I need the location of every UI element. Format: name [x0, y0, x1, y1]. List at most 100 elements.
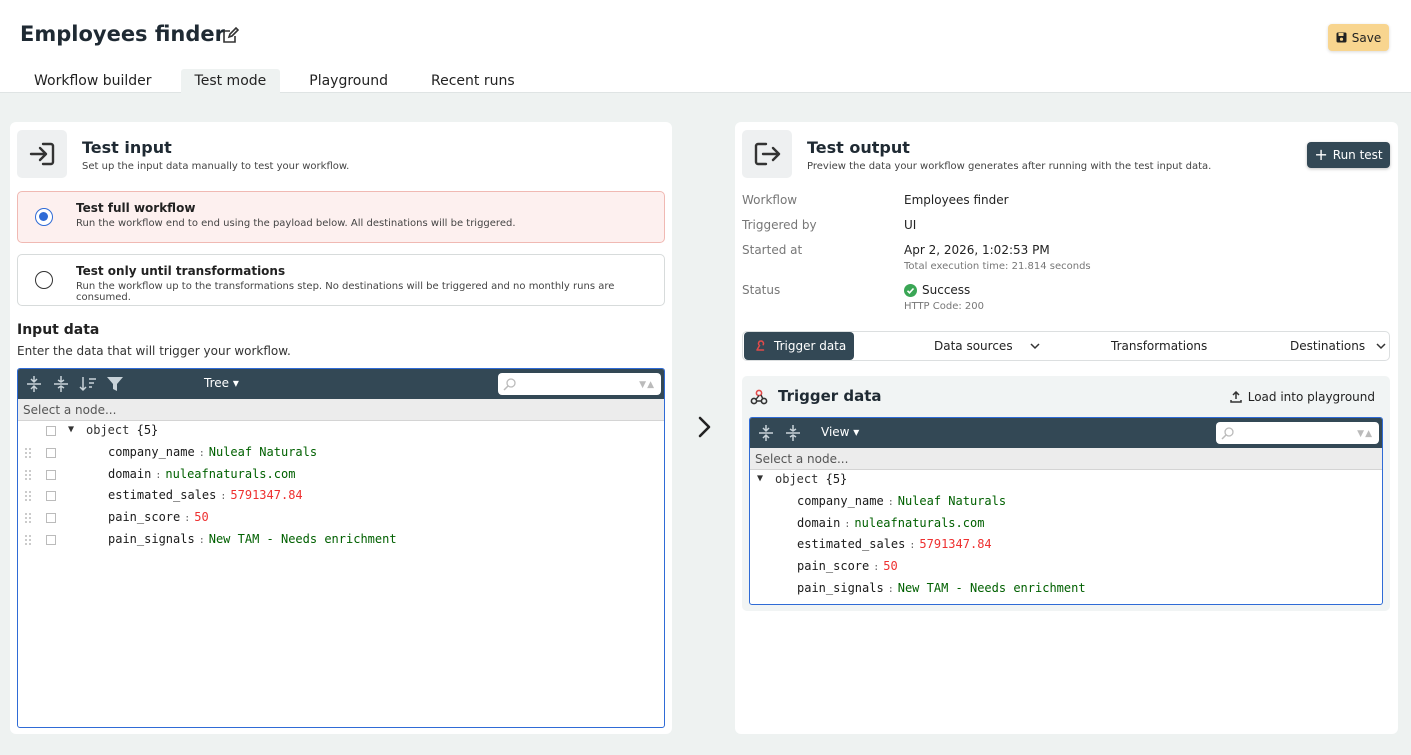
radio-full-workflow[interactable]	[35, 208, 53, 226]
chevron-down-icon	[1376, 343, 1386, 350]
drag-handle-icon[interactable]	[24, 490, 32, 502]
node-path-bar[interactable]: Select a node...	[18, 399, 664, 421]
filter-icon[interactable]	[106, 375, 124, 393]
drag-handle-icon[interactable]	[24, 447, 32, 459]
field-value: 5791347.84	[919, 537, 992, 551]
save-button[interactable]: Save	[1328, 24, 1389, 51]
row-checkbox[interactable]	[46, 426, 56, 436]
sort-icon[interactable]	[79, 375, 97, 393]
execution-time: Total execution time: 21.814 seconds	[904, 261, 1091, 272]
editor-toolbar: Tree ▾ ▼▲	[18, 369, 664, 399]
row-checkbox[interactable]	[46, 535, 56, 545]
row-checkbox[interactable]	[46, 470, 56, 480]
test-output-panel: Test output Preview the data your workfl…	[735, 122, 1398, 734]
field-key[interactable]: pain_score	[108, 510, 180, 524]
expand-caret-icon[interactable]: ▼	[757, 473, 763, 484]
drag-handle-icon[interactable]	[24, 512, 32, 524]
field-value[interactable]: 5791347.84	[230, 488, 302, 502]
edit-icon[interactable]	[221, 27, 239, 45]
search-input[interactable]: ▼▲	[498, 373, 661, 395]
workflow-value: Employees finder	[904, 193, 1009, 207]
step-tabs: Trigger data Data sources Transformation…	[742, 331, 1390, 361]
json-editor-output[interactable]: View ▾ ▼▲ Select a node... ▼ object {5} …	[749, 417, 1383, 605]
field-key: domain	[797, 516, 841, 530]
tab-workflow-builder[interactable]: Workflow builder	[20, 69, 166, 94]
webhook-icon	[756, 340, 765, 351]
load-label: Load into playground	[1247, 390, 1375, 404]
logout-icon	[742, 130, 792, 178]
mode-dropdown[interactable]: Tree ▾	[204, 376, 239, 390]
triggered-by-value: UI	[904, 218, 917, 232]
field-key: estimated_sales	[797, 537, 906, 551]
step-transformations[interactable]: Transformations	[1111, 332, 1207, 360]
row-checkbox[interactable]	[46, 513, 56, 523]
step-destinations[interactable]: Destinations	[1290, 332, 1387, 360]
upload-icon	[1229, 391, 1242, 403]
started-at-value: Apr 2, 2026, 1:02:53 PM	[904, 243, 1050, 257]
tab-bar: Workflow builder Test mode Playground Re…	[20, 69, 544, 94]
expand-all-icon[interactable]	[25, 375, 43, 393]
step-trigger-data[interactable]: Trigger data	[744, 332, 855, 360]
field-key[interactable]: pain_signals	[108, 532, 195, 546]
field-key[interactable]: domain	[108, 467, 151, 481]
top-bar: Employees finder Save Workflow builder T…	[0, 0, 1411, 94]
tab-playground[interactable]: Playground	[295, 69, 402, 94]
option-test-full-workflow[interactable]: Test full workflow Run the workflow end …	[17, 191, 665, 243]
tab-recent-runs[interactable]: Recent runs	[417, 69, 529, 94]
mode-label: View	[821, 425, 850, 439]
field-value[interactable]: Nuleaf Naturals	[209, 445, 317, 459]
test-input-subtitle: Set up the input data manually to test y…	[82, 161, 350, 172]
chevron-down-icon	[1030, 343, 1040, 350]
run-test-label: Run test	[1332, 148, 1383, 162]
field-value: nuleafnaturals.com	[854, 516, 985, 530]
field-value[interactable]: nuleafnaturals.com	[165, 467, 295, 481]
search-input[interactable]: ▼▲	[1216, 422, 1379, 444]
field-key[interactable]: company_name	[108, 445, 195, 459]
row-checkbox[interactable]	[46, 448, 56, 458]
field-value: 50	[883, 559, 898, 573]
step-data-sources[interactable]: Data sources	[934, 332, 1041, 360]
page-title: Employees finder	[20, 22, 226, 46]
http-code: HTTP Code: 200	[904, 301, 985, 312]
status-label: Status	[742, 283, 781, 297]
radio-until-transformations[interactable]	[35, 271, 53, 289]
option-test-until-transformations[interactable]: Test only until transformations Run the …	[17, 254, 665, 306]
field-value[interactable]: New TAM - Needs enrichment	[209, 532, 397, 546]
status-badge: Success	[904, 283, 970, 297]
step-label: Data sources	[934, 339, 1013, 353]
expand-caret-icon[interactable]: ▼	[68, 424, 74, 435]
status-value: Success	[922, 283, 971, 297]
drag-handle-icon[interactable]	[24, 534, 32, 546]
arrow-into-box-icon	[29, 142, 55, 166]
arrow-out-box-icon	[754, 142, 781, 166]
tab-test-mode[interactable]: Test mode	[180, 69, 281, 94]
test-output-subtitle: Preview the data your workflow generates…	[807, 161, 1212, 172]
load-into-playground-button[interactable]: Load into playground	[1229, 390, 1375, 404]
search-nav-arrows[interactable]: ▼▲	[639, 380, 655, 390]
field-value: New TAM - Needs enrichment	[897, 581, 1086, 595]
trigger-data-title: Trigger data	[778, 387, 882, 405]
search-nav-arrows[interactable]: ▼▲	[1357, 429, 1373, 439]
option-description: Run the workflow up to the transformatio…	[76, 281, 615, 303]
collapse-all-icon[interactable]	[784, 424, 802, 442]
json-editor-input[interactable]: Tree ▾ ▼▲ Select a node... ▼ object {5} …	[17, 368, 665, 728]
floppy-icon	[1336, 32, 1347, 43]
field-value[interactable]: 50	[194, 510, 208, 524]
node-path-bar[interactable]: Select a node...	[750, 448, 1382, 470]
drag-handle-icon[interactable]	[24, 469, 32, 481]
mode-label: Tree	[204, 376, 230, 390]
field-key: pain_signals	[797, 581, 884, 595]
root-key: object	[775, 472, 819, 486]
root-key: object	[86, 423, 130, 437]
row-checkbox[interactable]	[46, 491, 56, 501]
field-key[interactable]: estimated_sales	[108, 488, 216, 502]
run-test-button[interactable]: + Run test	[1307, 142, 1390, 168]
field-key: pain_score	[797, 559, 870, 573]
input-data-subtitle: Enter the data that will trigger your wo…	[17, 344, 291, 358]
expand-all-icon[interactable]	[757, 424, 775, 442]
editor-toolbar: View ▾ ▼▲	[750, 418, 1382, 448]
root-count: {5}	[136, 423, 159, 437]
collapse-all-icon[interactable]	[52, 375, 70, 393]
mode-dropdown[interactable]: View ▾	[821, 425, 859, 439]
step-label: Trigger data	[774, 339, 847, 353]
